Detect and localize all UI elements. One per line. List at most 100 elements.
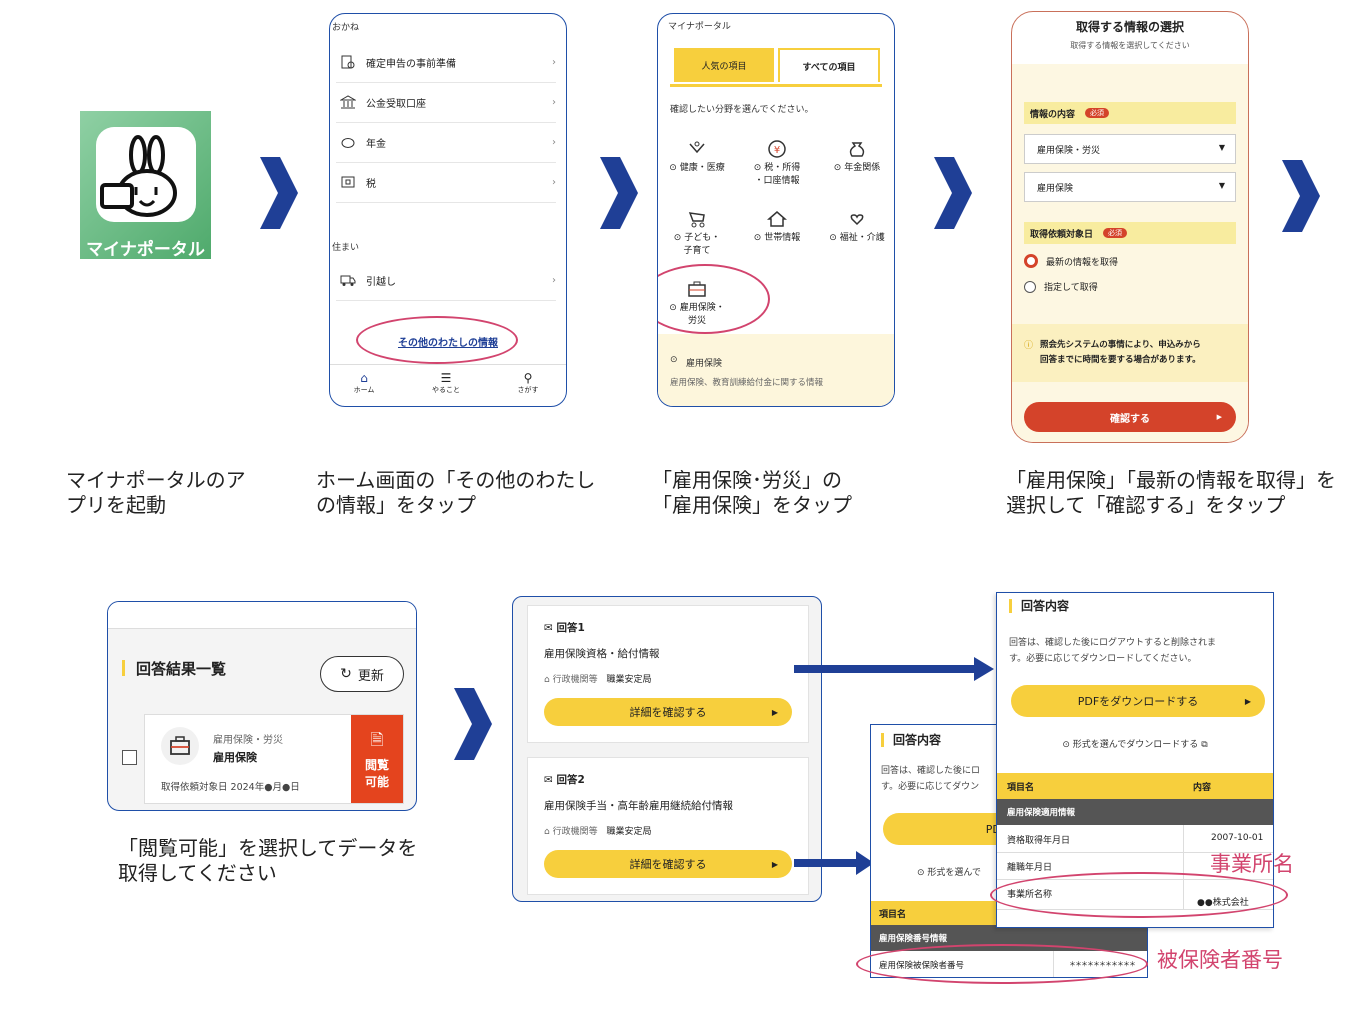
app-icon[interactable]: マイナポータル [80, 111, 211, 259]
chevron-right-icon [454, 688, 492, 760]
detail-button-1[interactable]: 詳細を確認する ▶ [544, 698, 792, 726]
refresh-button[interactable]: ↻ 更新 [320, 656, 404, 692]
sub-item-panel[interactable]: 雇用保険 ⊙ 雇用保険、教育訓練給付金に関する情報 [658, 334, 894, 406]
title-marker [122, 660, 125, 676]
format-download-link[interactable]: ⊙ 形式を選んでダウンロードする ⧉ [997, 737, 1273, 750]
category-label: ・口座情報 [754, 176, 800, 186]
nav-todo-label: やること [432, 386, 460, 394]
category-welfare[interactable]: ⊙ 福祉・介護 [822, 210, 892, 245]
category-health[interactable]: ⊙ 健康・医療 [662, 140, 732, 175]
caption-step4: 「雇用保険」「最新の情報を取得」を 選択して「確認する」をタップ [1006, 468, 1336, 518]
group-label: 雇用保険番号情報 [879, 934, 948, 944]
chevron-right-icon [600, 157, 638, 229]
category-children[interactable]: ⊙ 子ども・ 子育て [662, 210, 732, 258]
radio-specified[interactable]: 指定して取得 [1024, 280, 1098, 293]
refresh-icon: ↻ [340, 666, 352, 682]
pdf-download-button[interactable]: PDFをダウンロードする ▶ [1011, 685, 1265, 717]
notice-line: 回答までに時間を要する場合があります。 [1040, 355, 1201, 365]
group-label: 雇用保険適用情報 [1007, 808, 1076, 818]
menu-item-tax[interactable]: 税 › [336, 162, 556, 203]
badge-line: 可能 [364, 775, 389, 789]
menu-item-public-account[interactable]: 公金受取口座 › [336, 82, 556, 123]
nav-home-label: ホーム [353, 386, 375, 394]
format-download-link[interactable]: ⊙ 形式を選んで [917, 865, 981, 878]
answer-title: 雇用保険手当・高年齢雇用継続給付情報 [544, 800, 733, 812]
format-link-label: ⊙ 形式を選んでダウンロードする [1062, 740, 1199, 750]
nav-home[interactable]: ⌂ ホーム [344, 371, 384, 395]
category-label: ⊙ 子ども・ [673, 233, 721, 243]
select-category[interactable]: 雇用保険・労災 ▼ [1024, 134, 1236, 164]
row-item: 離職年月日 [1007, 863, 1053, 873]
select-subcategory[interactable]: 雇用保険 ▼ [1024, 172, 1236, 202]
confirm-button[interactable]: 確認する ▶ [1024, 402, 1236, 432]
viewable-badge[interactable]: 🗎 閲覧 可能 [351, 715, 403, 803]
answer-card-1: ✉ 回答1 雇用保険資格・給付情報 ⌂ 行政機関等 職業安定局 詳細を確認する … [527, 605, 809, 743]
dropdown-arrow-icon: ▼ [1218, 181, 1225, 190]
radio-label: 指定して取得 [1044, 283, 1098, 293]
agency-name: 職業安定局 [606, 827, 652, 837]
checkbox[interactable] [122, 750, 137, 765]
category-household[interactable]: ⊙ 世帯情報 [742, 210, 812, 245]
caption-line: 選択して「確認する」をタップ [1006, 493, 1286, 517]
document-search-icon [341, 55, 355, 69]
highlight-circle [856, 944, 1148, 984]
receipt-icon [341, 176, 355, 188]
screen-header: マイナポータル [668, 22, 731, 32]
body-line: す。必要に応じてダウン [881, 782, 980, 792]
detail-button-2[interactable]: 詳細を確認する ▶ [544, 850, 792, 878]
category-tax[interactable]: ¥ ⊙ 税・所得 ・口座情報 [742, 140, 812, 188]
answer-label: ✉ 回答1 [544, 620, 585, 635]
sub-item-description: 雇用保険、教育訓練給付金に関する情報 [670, 378, 824, 388]
detail-title: 回答内容 [1021, 599, 1070, 613]
agency-row: ⌂ 行政機関等 職業安定局 [544, 824, 651, 837]
instruction-text: 確認したい分野を選んでください。 [670, 105, 814, 115]
category-pension[interactable]: ⊙ 年金関係 [822, 140, 892, 175]
menu-item-label: 税 [366, 178, 376, 190]
rabbit-icon [100, 135, 177, 217]
caption-line: の情報」をタップ [316, 493, 476, 517]
col-item-header: 項目名 [1007, 783, 1035, 793]
menu-item-tax-prep[interactable]: 確定申告の事前準備 › [336, 42, 556, 83]
table-group-row: 雇用保険適用情報 [997, 799, 1273, 825]
category-label: 子育て [683, 246, 711, 256]
screen-home-menu: おかね 確定申告の事前準備 › 公金受取口座 › 年金 › 税 › 住まい 引越… [329, 13, 567, 407]
radio-icon: ⊙ [670, 355, 678, 365]
answer-label-text: 回答2 [556, 774, 585, 786]
radio-unselected-icon [1024, 280, 1036, 293]
arrow-icon: › [552, 136, 556, 148]
svg-text:¥: ¥ [774, 145, 780, 156]
screen-answer-list: ✉ 回答1 雇用保険資格・給付情報 ⌂ 行政機関等 職業安定局 詳細を確認する … [512, 596, 822, 902]
result-card[interactable]: 雇用保険・労災 雇用保険 取得依頼対象日 2024年●月●日 🗎 閲覧 可能 [144, 714, 404, 804]
select-value: 雇用保険・労災 [1037, 146, 1101, 156]
required-badge: 必須 [1085, 108, 1110, 118]
highlight-circle [356, 316, 518, 364]
nav-search-label: さがす [517, 386, 539, 394]
home-icon: ⌂ [360, 371, 368, 385]
table-header: 項目名 内容 [997, 773, 1273, 799]
briefcase-icon [161, 727, 199, 765]
annotation-office-name: 事業所名 [1210, 852, 1294, 876]
nav-search[interactable]: ⚲ さがす [508, 371, 548, 395]
menu-item-moving[interactable]: 引越し › [336, 260, 556, 301]
menu-item-label: 引越し [366, 276, 396, 288]
caption-step5: 「閲覧可能」を選択してデータを 取得してください [118, 836, 417, 886]
nav-todo[interactable]: ☰ やること [426, 371, 466, 395]
category-label: ⊙ 健康・医療 [669, 163, 725, 173]
sub-item-title: 雇用保険 [686, 359, 723, 369]
body-line: す。必要に応じてダウンロードしてください。 [1009, 654, 1197, 664]
pouch-icon [849, 142, 865, 157]
caption-line: 「雇用保険」をタップ [652, 493, 852, 517]
required-badge: 必須 [1103, 228, 1128, 238]
info-label: 情報の内容 [1030, 109, 1076, 120]
arrow-right-icon [794, 657, 994, 681]
menu-item-pension[interactable]: 年金 › [336, 122, 556, 163]
play-icon: ▶ [771, 707, 778, 717]
pdf-button-label: PDFをダウンロードする [1077, 695, 1199, 708]
radio-latest[interactable]: 最新の情報を取得 [1024, 254, 1118, 268]
radio-selected-icon [1024, 254, 1038, 268]
screen-subtitle: 取得する情報を選択してください [1070, 41, 1190, 50]
chevron-right-icon [1282, 160, 1320, 232]
tab-all[interactable]: すべての項目 [778, 48, 880, 82]
top-strip [108, 602, 416, 629]
tab-popular[interactable]: 人気の項目 [674, 48, 774, 82]
